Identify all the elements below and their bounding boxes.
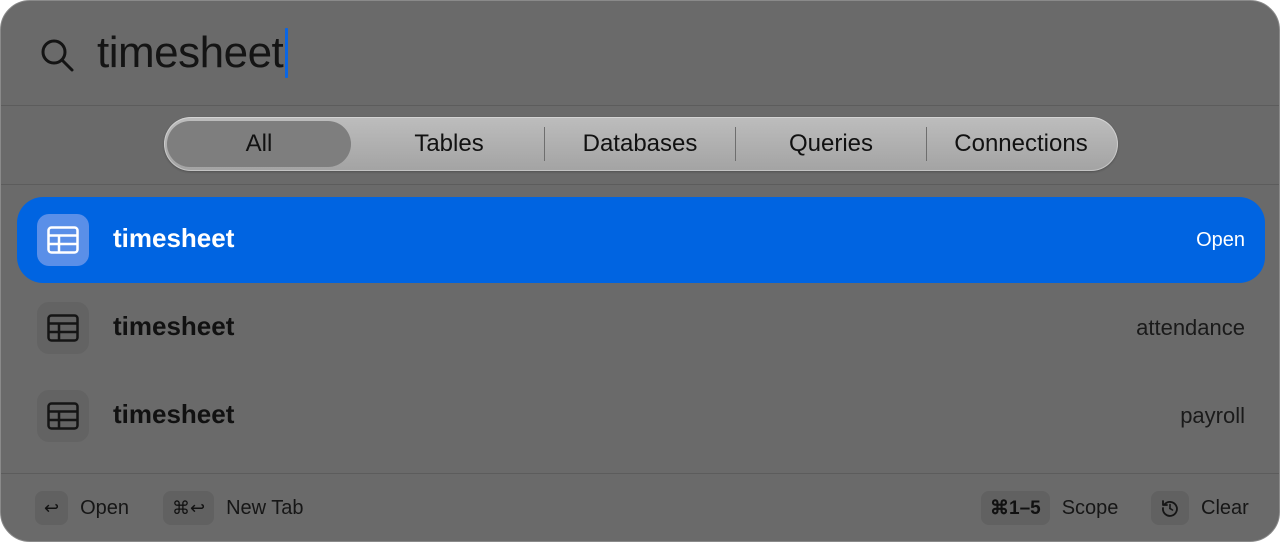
scope-tab-label: Tables: [414, 130, 484, 157]
result-title: timesheet: [113, 223, 235, 253]
scope-filter-row: All Tables Databases Queries Connections: [1, 106, 1279, 185]
result-row[interactable]: timesheet payroll: [17, 373, 1265, 459]
result-row[interactable]: timesheet Open: [17, 197, 1265, 283]
text-caret: [285, 28, 289, 78]
return-key-glyph: ↩: [44, 497, 60, 519]
result-database: attendance: [1136, 315, 1245, 340]
scope-segmented-control: All Tables Databases Queries Connections: [164, 117, 1118, 171]
search-bar: timesheet: [1, 1, 1279, 106]
cmd-number-key-badge: ⌘1–5: [981, 491, 1050, 525]
scope-tab-databases[interactable]: Databases: [545, 117, 735, 171]
keyboard-hints-footer: ↩ Open ⌘↩ New Tab ⌘1–5 Scope Clear: [1, 473, 1279, 541]
scope-tab-tables[interactable]: Tables: [354, 117, 544, 171]
result-open-hint: Open: [1196, 229, 1245, 251]
cmd-number-key-text: ⌘1–5: [990, 497, 1041, 519]
search-input[interactable]: timesheet: [97, 21, 289, 85]
scope-tab-label: Queries: [788, 130, 874, 157]
cmd-return-key-glyph: ⌘↩: [172, 497, 206, 519]
hint-clear[interactable]: Clear: [1151, 491, 1249, 525]
scope-tab-label: Connections: [954, 130, 1088, 157]
scope-tab-all[interactable]: All: [164, 117, 354, 171]
table-icon: [37, 214, 89, 266]
scope-tab-label: Databases: [582, 130, 698, 157]
clear-key-badge: [1151, 491, 1189, 525]
hint-label: Open: [80, 496, 130, 519]
cmd-return-key-badge: ⌘↩: [163, 491, 215, 525]
scope-tab-label: All: [245, 130, 273, 157]
search-query-text: timesheet: [97, 28, 284, 77]
scope-tab-connections[interactable]: Connections: [927, 117, 1115, 171]
hint-scope[interactable]: ⌘1–5 Scope: [981, 491, 1118, 525]
quick-switcher-panel: timesheet All Tables Databases Queries C: [0, 0, 1280, 542]
hint-label: Scope: [1061, 496, 1119, 519]
return-key-badge: ↩: [35, 491, 69, 525]
result-row[interactable]: timesheet attendance: [17, 285, 1265, 371]
table-icon: [37, 390, 89, 442]
search-icon: [41, 39, 74, 72]
table-icon: [37, 302, 89, 354]
clear-history-icon: [1162, 500, 1178, 517]
hint-new-tab[interactable]: ⌘↩ New Tab: [163, 491, 304, 525]
result-database: payroll: [1180, 403, 1245, 428]
hint-open[interactable]: ↩ Open: [35, 491, 129, 525]
scope-tab-queries[interactable]: Queries: [736, 117, 926, 171]
hint-label: New Tab: [226, 496, 304, 519]
hint-label: Clear: [1201, 496, 1249, 519]
result-title: timesheet: [113, 399, 235, 429]
result-title: timesheet: [113, 311, 235, 341]
